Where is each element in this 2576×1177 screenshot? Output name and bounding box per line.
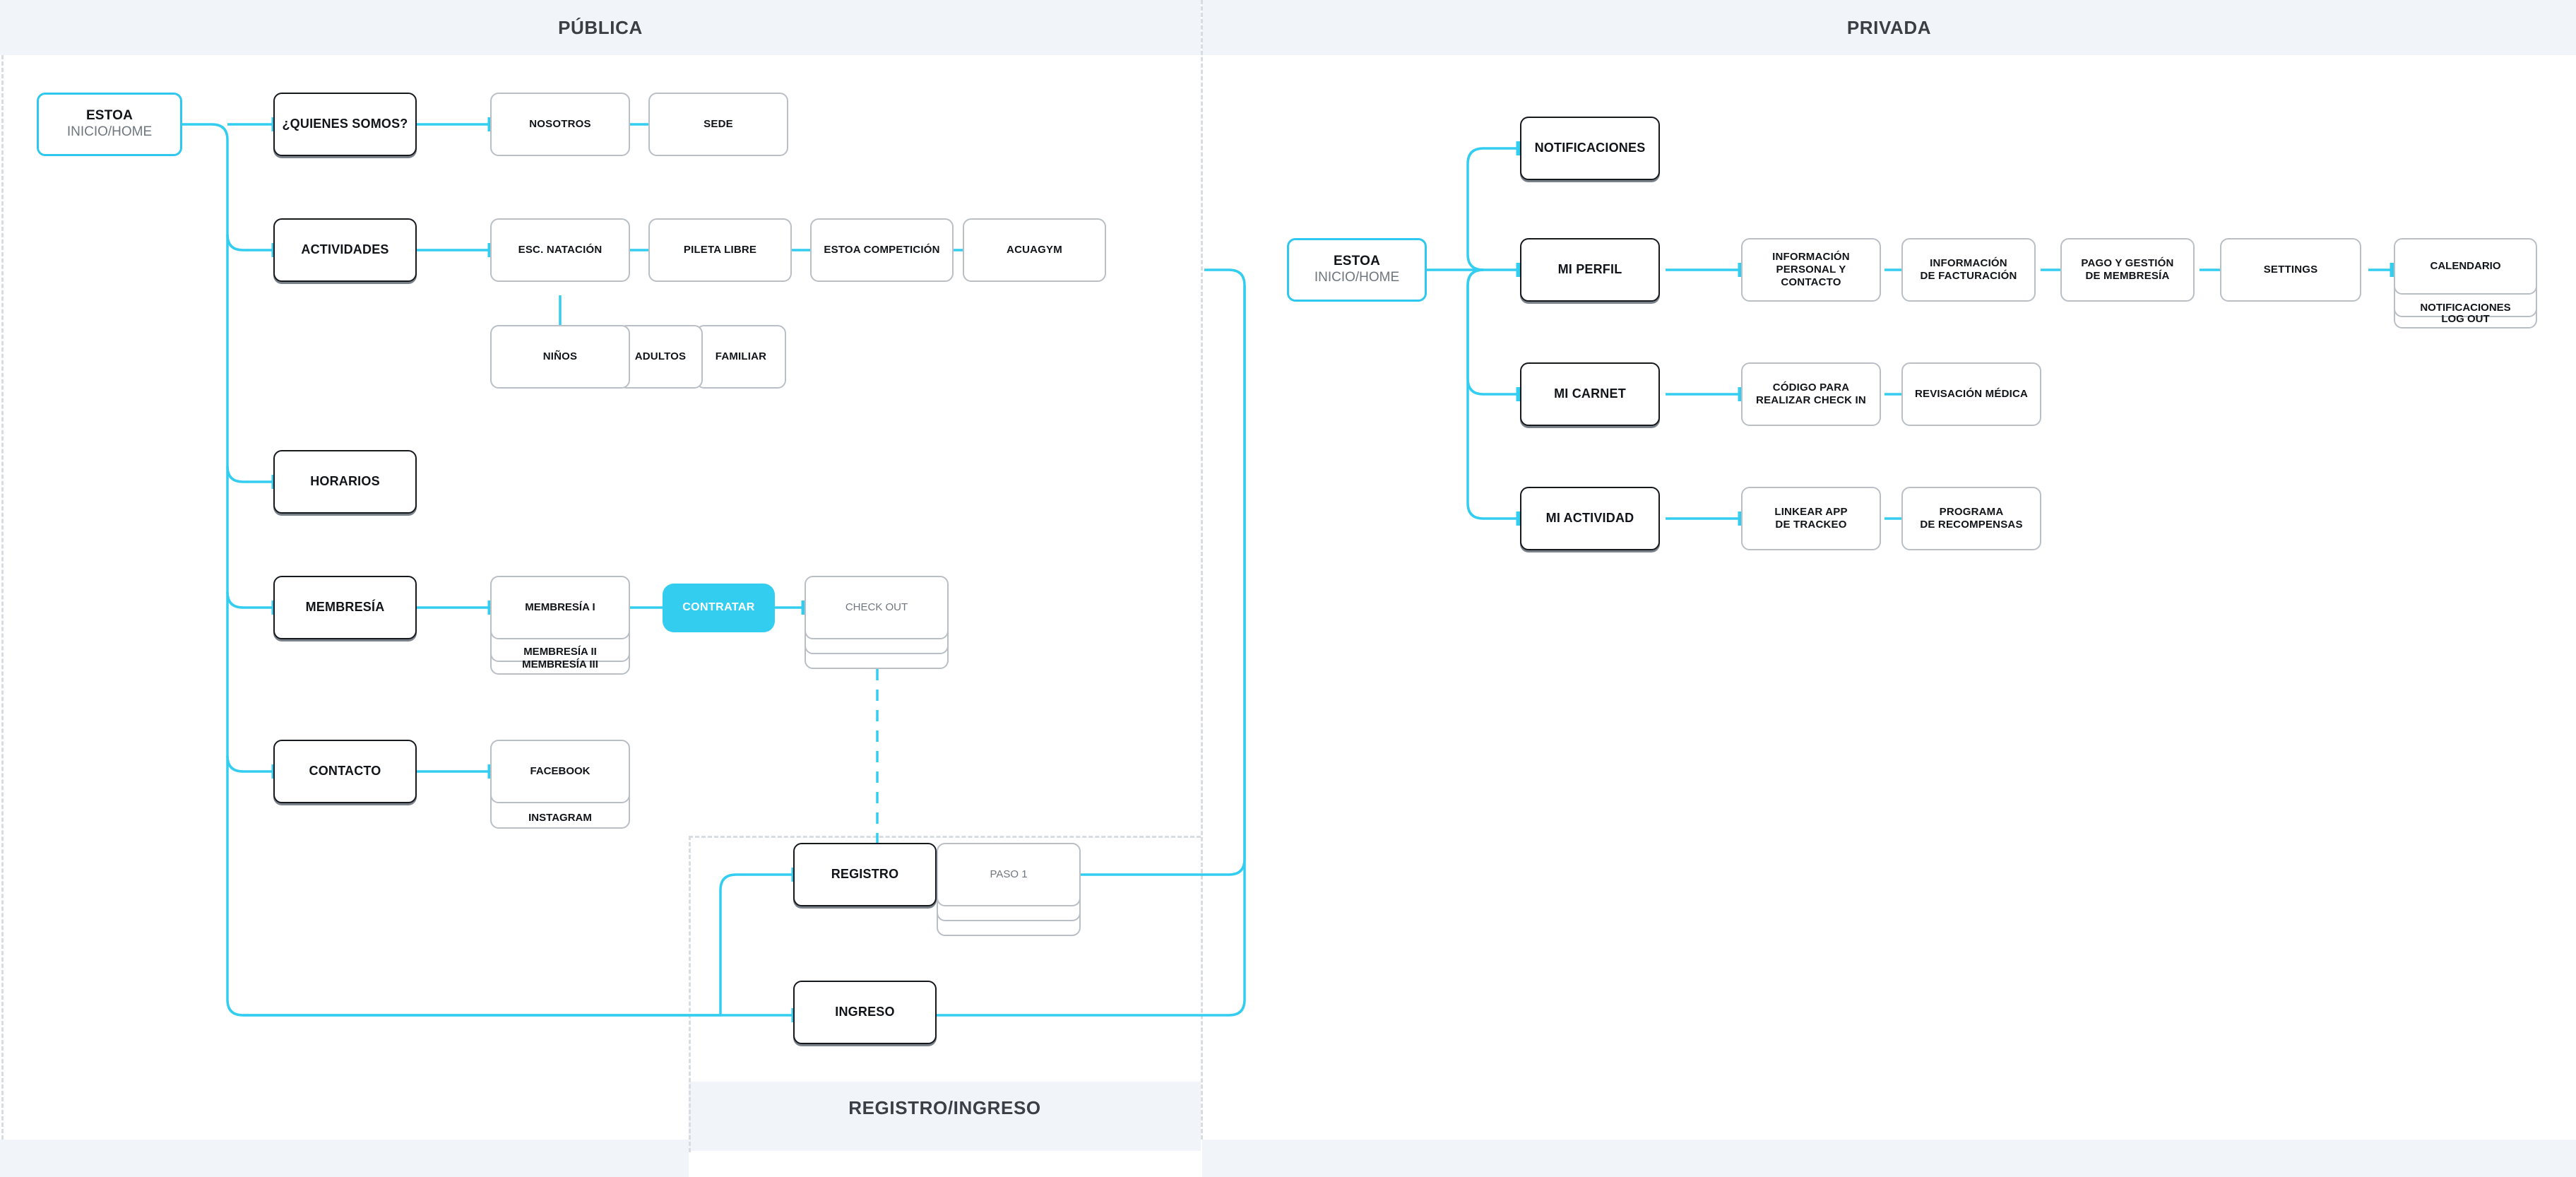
node-label: CHECK OUT bbox=[845, 601, 908, 614]
publica-privada-divider bbox=[1201, 0, 1203, 1140]
privada-home-title: ESTOA bbox=[1333, 254, 1381, 269]
node-label: MEMBRESÍA III bbox=[522, 658, 598, 671]
node-familiar[interactable]: FAMILIAR bbox=[696, 325, 786, 389]
publica-home-subtitle: INICIO/HOME bbox=[66, 124, 153, 139]
node-quienes-somos[interactable]: ¿QUIENES SOMOS? bbox=[273, 93, 417, 156]
node-label: REVISACIÓN MÉDICA bbox=[1914, 388, 2029, 401]
node-label: CONTACTO bbox=[309, 764, 381, 779]
node-label: NOTIFICACIONES bbox=[1534, 141, 1646, 155]
stack-card-paso-1[interactable]: PASO 1 bbox=[937, 843, 1081, 906]
node-label: LINKEAR APP DE TRACKEO bbox=[1774, 506, 1848, 531]
stack-contacto: FACEBOOK INSTAGRAM bbox=[490, 740, 631, 829]
stack-paso: PASO 1 bbox=[937, 843, 1082, 938]
stack-label-calendario-3: LOG OUT bbox=[2394, 261, 2537, 329]
registro-left-edge bbox=[689, 836, 691, 1152]
node-sede[interactable]: SEDE bbox=[648, 93, 788, 156]
node-label: ¿QUIENES SOMOS? bbox=[282, 117, 408, 131]
node-label: ACTIVIDADES bbox=[301, 242, 389, 257]
node-publica-home[interactable]: ESTOA INICIO/HOME bbox=[37, 93, 182, 156]
node-horarios[interactable]: HORARIOS bbox=[273, 450, 417, 514]
node-actividades[interactable]: ACTIVIDADES bbox=[273, 218, 417, 282]
node-label: MI ACTIVIDAD bbox=[1545, 511, 1634, 526]
node-informacion-personal[interactable]: INFORMACIÓN PERSONAL Y CONTACTO bbox=[1741, 238, 1881, 302]
registro-top-edge bbox=[689, 836, 1201, 838]
node-label: INFORMACIÓN PERSONAL Y CONTACTO bbox=[1772, 251, 1850, 288]
sitemap-canvas: PÚBLICA PRIVADA REGISTRO/INGRESO ESTOA I… bbox=[0, 0, 2576, 1177]
node-label: FAMILIAR bbox=[715, 350, 767, 363]
node-label: ACUAGYM bbox=[1007, 244, 1062, 256]
node-ninos[interactable]: NIÑOS bbox=[490, 325, 630, 389]
registro-section-title: REGISTRO/INGRESO bbox=[848, 1097, 1041, 1118]
node-label: INGRESO bbox=[835, 1005, 895, 1019]
node-label: MI CARNET bbox=[1554, 386, 1626, 401]
node-linkear-app-trackeo[interactable]: LINKEAR APP DE TRACKEO bbox=[1741, 487, 1881, 550]
publica-section-title: PÚBLICA bbox=[558, 17, 643, 38]
stack-label-membresia-3: MEMBRESÍA III bbox=[490, 601, 630, 675]
node-contratar-button[interactable]: CONTRATAR bbox=[663, 584, 775, 632]
node-mi-perfil[interactable]: MI PERFIL bbox=[1520, 238, 1660, 302]
node-settings[interactable]: SETTINGS bbox=[2220, 238, 2361, 302]
node-label: SEDE bbox=[704, 118, 733, 131]
bottom-right-band bbox=[1202, 1140, 2576, 1177]
node-label: PAGO Y GESTIÓN DE MEMBRESÍA bbox=[2081, 257, 2174, 282]
node-label: INFORMACIÓN DE FACTURACIÓN bbox=[1920, 257, 2017, 282]
node-label: LOG OUT bbox=[2441, 313, 2490, 326]
node-acuagym[interactable]: ACUAGYM bbox=[963, 218, 1106, 282]
node-label: REGISTRO bbox=[831, 867, 899, 882]
node-programa-recompensas[interactable]: PROGRAMA DE RECOMPENSAS bbox=[1901, 487, 2041, 550]
stack-card-checkout-1[interactable]: CHECK OUT bbox=[805, 576, 949, 639]
publica-left-edge bbox=[1, 55, 4, 1140]
node-label: MI PERFIL bbox=[1557, 262, 1622, 277]
node-mi-actividad[interactable]: MI ACTIVIDAD bbox=[1520, 487, 1660, 550]
node-label: INSTAGRAM bbox=[528, 812, 592, 824]
node-label: MEMBRESÍA bbox=[305, 600, 385, 615]
node-adultos[interactable]: ADULTOS bbox=[618, 325, 703, 389]
node-label: NOSOTROS bbox=[529, 118, 591, 131]
node-label: CONTRATAR bbox=[682, 601, 755, 614]
node-label: PROGRAMA DE RECOMPENSAS bbox=[1920, 506, 2023, 531]
node-label: PASO 1 bbox=[990, 868, 1028, 881]
node-label: NIÑOS bbox=[542, 350, 578, 363]
node-label: ESTOA COMPETICIÓN bbox=[824, 244, 940, 256]
node-privada-home[interactable]: ESTOA INICIO/HOME bbox=[1287, 238, 1427, 302]
node-label: CÓDIGO PARA REALIZAR CHECK IN bbox=[1756, 382, 1866, 406]
node-label: SETTINGS bbox=[2263, 264, 2318, 276]
node-registro[interactable]: REGISTRO bbox=[793, 843, 937, 906]
stack-membresia: MEMBRESÍA I MEMBRESÍA II MEMBRESÍA III bbox=[490, 576, 631, 675]
node-nosotros[interactable]: NOSOTROS bbox=[490, 93, 630, 156]
stack-calendario: CALENDARIO NOTIFICACIONES LOG OUT bbox=[2394, 238, 2539, 330]
node-mi-carnet[interactable]: MI CARNET bbox=[1520, 362, 1660, 426]
node-label: ADULTOS bbox=[634, 350, 687, 363]
node-informacion-facturacion[interactable]: INFORMACIÓN DE FACTURACIÓN bbox=[1901, 238, 2036, 302]
node-contacto[interactable]: CONTACTO bbox=[273, 740, 417, 803]
node-estoa-competicion[interactable]: ESTOA COMPETICIÓN bbox=[810, 218, 954, 282]
node-label: PILETA LIBRE bbox=[683, 244, 757, 256]
node-revisacion-medica[interactable]: REVISACIÓN MÉDICA bbox=[1901, 362, 2041, 426]
bottom-left-band bbox=[0, 1140, 689, 1177]
node-pago-gestion-membresia[interactable]: PAGO Y GESTIÓN DE MEMBRESÍA bbox=[2060, 238, 2195, 302]
node-esc-natacion[interactable]: ESC. NATACIÓN bbox=[490, 218, 630, 282]
node-pileta-libre[interactable]: PILETA LIBRE bbox=[648, 218, 792, 282]
node-notificaciones[interactable]: NOTIFICACIONES bbox=[1520, 117, 1660, 180]
node-label: ESC. NATACIÓN bbox=[518, 244, 603, 256]
stack-label-contacto-2: INSTAGRAM bbox=[490, 755, 630, 829]
node-label: HORARIOS bbox=[310, 474, 380, 489]
stack-checkout: CHECK OUT bbox=[805, 576, 950, 671]
node-ingreso[interactable]: INGRESO bbox=[793, 981, 937, 1044]
node-codigo-check-in[interactable]: CÓDIGO PARA REALIZAR CHECK IN bbox=[1741, 362, 1881, 426]
privada-section-title: PRIVADA bbox=[1846, 17, 1932, 38]
privada-home-subtitle: INICIO/HOME bbox=[1314, 269, 1400, 285]
publica-home-title: ESTOA bbox=[85, 108, 133, 124]
node-membresia[interactable]: MEMBRESÍA bbox=[273, 576, 417, 639]
